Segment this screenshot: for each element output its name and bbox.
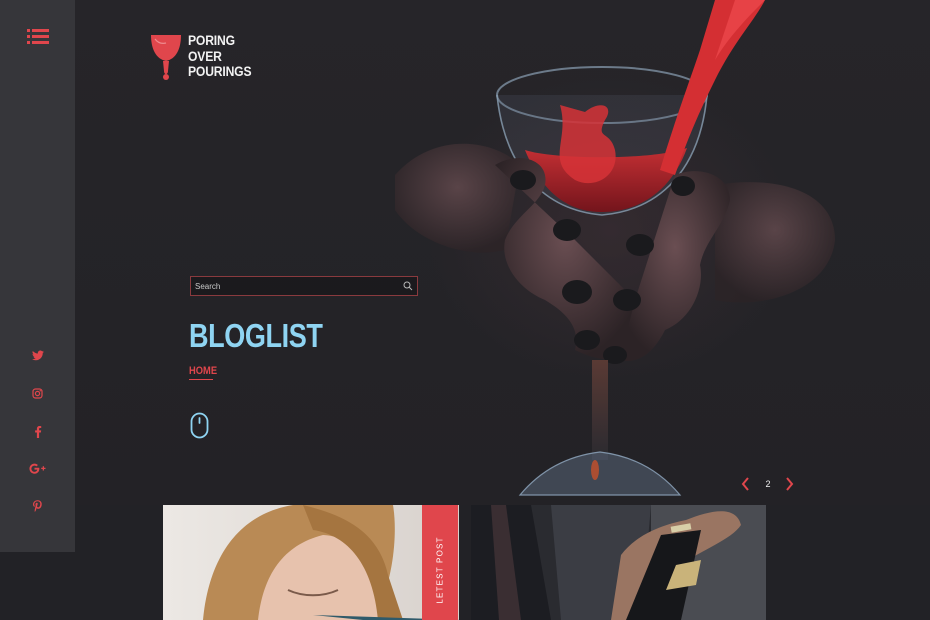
prev-arrow-icon[interactable] — [741, 477, 750, 491]
sidebar — [0, 0, 75, 552]
google-plus-icon[interactable] — [0, 463, 75, 474]
page: PORING OVER POURINGS BLOGLIST HOME 2 — [0, 0, 930, 620]
post-card-image-1[interactable] — [163, 505, 459, 620]
latest-post-label: LETEST POST — [435, 536, 445, 604]
mouse-scroll-icon[interactable] — [190, 412, 209, 439]
latest-post-tag: LETEST POST — [422, 505, 458, 620]
breadcrumb-underline — [189, 379, 213, 380]
slider-pager: 2 — [740, 477, 796, 493]
search-input[interactable] — [195, 279, 395, 293]
brand-line-3: POURINGS — [188, 64, 252, 79]
pinterest-icon[interactable] — [0, 500, 75, 512]
brand-line-1: PORING — [188, 33, 235, 48]
next-arrow-icon[interactable] — [785, 477, 794, 491]
wine-drop-glass-logo — [151, 35, 181, 80]
slide-number: 2 — [765, 479, 771, 489]
brand-name: PORING OVER POURINGS — [188, 33, 258, 80]
page-title: BLOGLIST — [189, 317, 323, 354]
breadcrumb-home[interactable]: HOME — [189, 364, 217, 378]
post-card-image-2[interactable] — [471, 505, 766, 620]
champagne-bottle-photo — [471, 505, 766, 620]
search-icon[interactable] — [403, 281, 413, 291]
brand-logo[interactable]: PORING OVER POURINGS — [150, 33, 258, 81]
brand-line-2: OVER — [188, 48, 222, 64]
search-box — [190, 276, 418, 296]
instagram-icon[interactable] — [0, 388, 75, 399]
facebook-icon[interactable] — [0, 426, 75, 438]
woman-photo — [163, 505, 459, 620]
twitter-icon[interactable] — [0, 350, 75, 361]
menu-list-icon[interactable] — [27, 29, 49, 45]
